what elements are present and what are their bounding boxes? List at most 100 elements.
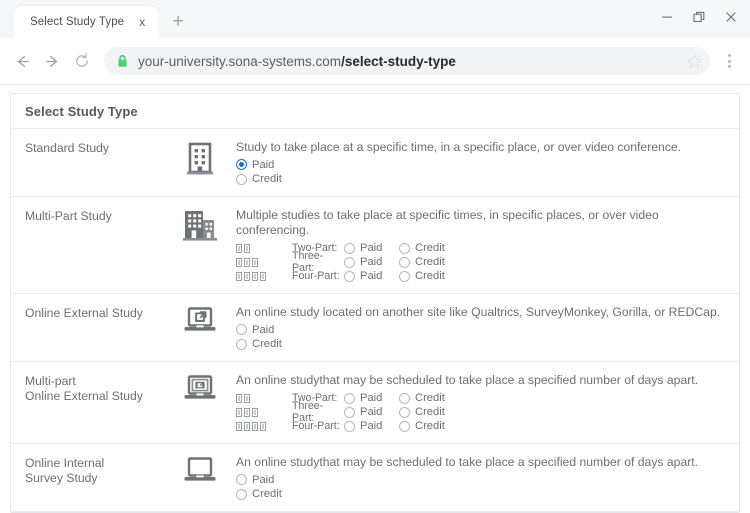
tab-select-study-type[interactable]: Select Study Type x <box>14 6 159 38</box>
option-paid[interactable]: Paid <box>236 323 725 337</box>
study-type-row-multipart[interactable]: Multi-Part Study Multiple studies to tak… <box>11 197 739 294</box>
option-label: Paid <box>252 158 275 171</box>
radio-credit[interactable] <box>236 338 247 350</box>
option-credit[interactable]: Credit <box>236 173 725 187</box>
study-type-row-online-external[interactable]: Online External Study An online study lo… <box>11 294 739 362</box>
study-type-name: Multi-part Online External Study <box>25 373 170 404</box>
option-paid[interactable]: Paid <box>344 256 399 268</box>
option-label: Credit <box>415 392 445 404</box>
option-label: Credit <box>252 338 282 351</box>
study-type-name: Standard Study <box>25 141 110 155</box>
radio-paid[interactable] <box>344 420 355 432</box>
radio-paid[interactable] <box>344 406 355 418</box>
part-row-three: Three-Part: Paid Credit <box>236 250 725 274</box>
option-label: Paid <box>360 242 383 254</box>
study-type-row-standard[interactable]: Standard Study Study to take place at a … <box>11 129 739 197</box>
option-credit[interactable]: Credit <box>399 270 454 282</box>
option-label: Paid <box>360 420 383 432</box>
option-paid[interactable]: Paid <box>344 392 399 404</box>
building-glyphs <box>236 421 292 431</box>
study-type-name-line1: Multi-part <box>25 374 76 388</box>
option-label: Paid <box>360 256 383 268</box>
option-credit[interactable]: Credit <box>236 338 725 352</box>
study-type-name: Multi-Part Study <box>25 209 112 223</box>
building-glyphs <box>236 393 292 403</box>
radio-credit[interactable] <box>399 406 410 418</box>
study-type-row-multipart-online-external[interactable]: Multi-part Online External Study An onli… <box>11 362 739 444</box>
option-label: Credit <box>415 256 445 268</box>
radio-paid[interactable] <box>236 159 247 171</box>
radio-paid[interactable] <box>236 474 247 486</box>
radio-credit[interactable] <box>399 256 410 268</box>
part-row-four: Four-Part: Paid Credit <box>236 419 725 433</box>
radio-paid[interactable] <box>344 242 355 254</box>
page-viewport: Select Study Type Standard Study Study t… <box>0 85 750 513</box>
url-domain: your-university.sona-systems.com <box>138 53 342 69</box>
building-glyphs <box>236 257 292 267</box>
option-label: Credit <box>415 270 445 282</box>
laptop-plain-icon <box>170 455 230 487</box>
part-label: Four-Part: <box>292 270 340 282</box>
new-tab-button[interactable]: + <box>164 8 192 36</box>
option-paid[interactable]: Paid <box>344 406 399 418</box>
laptop-external-link-icon <box>170 305 230 337</box>
close-icon[interactable] <box>716 4 746 30</box>
option-label: Credit <box>415 420 445 432</box>
tab-close-icon[interactable]: x <box>134 14 150 30</box>
option-paid[interactable]: Paid <box>344 270 399 282</box>
building-glyphs <box>236 243 292 253</box>
url-path: /select-study-type <box>341 53 456 69</box>
window-controls <box>652 4 746 30</box>
single-building-icon <box>170 140 230 176</box>
radio-credit[interactable] <box>236 488 247 500</box>
option-label: Credit <box>252 488 282 501</box>
option-paid[interactable]: Paid <box>236 473 725 487</box>
minimize-icon[interactable] <box>652 4 682 30</box>
tab-title: Select Study Type <box>30 16 125 28</box>
option-credit[interactable]: Credit <box>399 242 454 254</box>
radio-paid[interactable] <box>344 270 355 282</box>
option-credit[interactable]: Credit <box>399 256 454 268</box>
browser-window: Select Study Type x + your-university.so… <box>0 0 750 513</box>
forward-arrow-icon[interactable] <box>38 47 66 75</box>
option-paid[interactable]: Paid <box>236 158 725 172</box>
page-title: Select Study Type <box>25 104 138 119</box>
study-type-description: An online study located on another site … <box>236 305 721 319</box>
restore-icon[interactable] <box>684 4 714 30</box>
radio-credit[interactable] <box>236 173 247 185</box>
radio-paid[interactable] <box>236 324 247 336</box>
address-bar[interactable]: your-university.sona-systems.com/select-… <box>104 47 710 75</box>
part-row-four: Four-Part: Paid Credit <box>236 269 725 283</box>
panel-header: Select Study Type <box>11 94 739 129</box>
study-type-body: Multiple studies to take place at specif… <box>230 208 725 283</box>
radio-credit[interactable] <box>399 270 410 282</box>
option-label: Credit <box>415 406 445 418</box>
multi-building-icon <box>170 208 230 242</box>
radio-credit[interactable] <box>399 242 410 254</box>
option-label: Credit <box>415 242 445 254</box>
option-paid[interactable]: Paid <box>344 242 399 254</box>
option-label: Paid <box>360 392 383 404</box>
option-credit[interactable]: Credit <box>399 392 454 404</box>
reload-icon[interactable] <box>68 47 96 75</box>
building-glyphs <box>236 271 292 281</box>
radio-credit[interactable] <box>399 420 410 432</box>
padlock-icon <box>116 54 129 68</box>
laptop-multipart-external-icon <box>170 373 230 405</box>
option-label: Paid <box>252 323 275 336</box>
option-credit[interactable]: Credit <box>399 406 454 418</box>
address-bar-url: your-university.sona-systems.com/select-… <box>138 54 456 69</box>
radio-credit[interactable] <box>399 392 410 404</box>
kebab-menu-icon[interactable] <box>718 47 740 75</box>
back-arrow-icon[interactable] <box>8 47 36 75</box>
tab-strip: Select Study Type x + <box>0 0 750 38</box>
study-type-body: An online studythat may be scheduled to … <box>230 373 725 433</box>
option-paid[interactable]: Paid <box>344 420 399 432</box>
study-type-row-online-internal[interactable]: Online Internal Survey Study An online s… <box>11 444 739 512</box>
radio-paid[interactable] <box>344 392 355 404</box>
option-credit[interactable]: Credit <box>236 488 725 502</box>
option-credit[interactable]: Credit <box>399 420 454 432</box>
part-row-three: Three-Part: Paid Credit <box>236 400 725 424</box>
radio-paid[interactable] <box>344 256 355 268</box>
star-icon[interactable] <box>682 49 706 73</box>
